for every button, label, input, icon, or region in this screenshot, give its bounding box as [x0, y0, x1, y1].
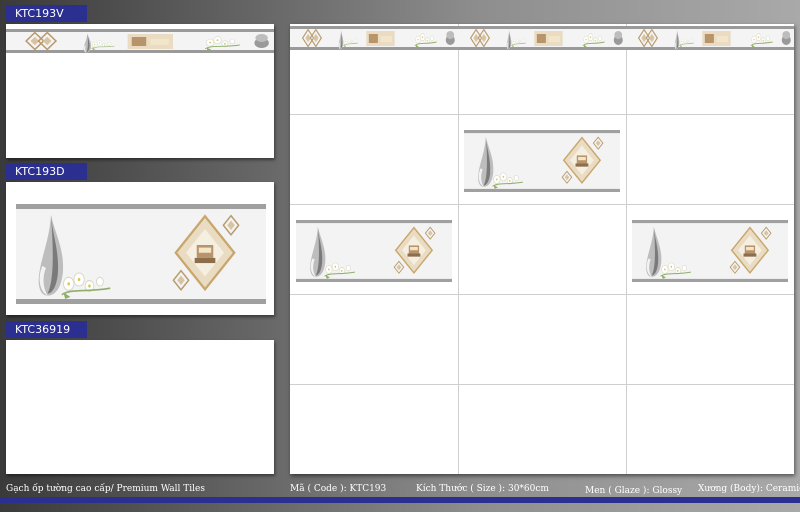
- grout-line: [290, 204, 794, 205]
- footer-body: Xương (Body): Ceramic: [698, 484, 800, 494]
- footer-code: Mã ( Code ): KTC193: [290, 484, 387, 494]
- tile-ktc36919[interactable]: [6, 340, 274, 474]
- tile-label-ktc193d: KTC193D: [5, 163, 87, 180]
- accent-panel-image: [16, 204, 266, 304]
- border-strip-image: [6, 24, 274, 64]
- tile-label-ktc193v: KTC193V: [5, 5, 87, 22]
- tile-label-ktc36919: KTC36919: [5, 321, 87, 338]
- footer-size: Kích Thước ( Size ): 30*60cm: [416, 484, 549, 494]
- wall-border-strip: [290, 26, 458, 50]
- grout-line: [290, 294, 794, 295]
- grout-line: [290, 114, 794, 115]
- footer-description: Gạch ốp tường cao cấp/ Premium Wall Tile…: [6, 484, 205, 494]
- tile-ktc193d[interactable]: [6, 182, 274, 315]
- wall-border-strip: [626, 26, 794, 50]
- wall-accent-panel: [296, 220, 452, 282]
- wall-accent-panel: [632, 220, 788, 282]
- grout-line: [626, 24, 627, 474]
- tile-ktc193v[interactable]: [6, 24, 274, 158]
- grout-line: [290, 384, 794, 385]
- footer-bar: [0, 497, 800, 503]
- grout-line: [458, 24, 459, 474]
- wall-border-strip: [458, 26, 626, 50]
- wall-accent-panel: [464, 130, 620, 192]
- wall-mockup: [290, 24, 794, 474]
- footer-glaze: Men ( Glaze ): Glossy: [585, 486, 683, 496]
